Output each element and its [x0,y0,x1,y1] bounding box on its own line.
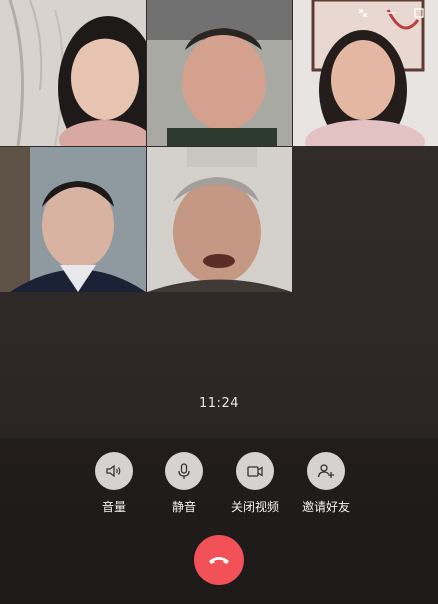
mute-button[interactable] [165,452,203,490]
volume-control: 音量 [74,452,154,515]
invite-control: 邀请好友 [286,452,366,515]
call-timer: 11:24 [199,396,239,411]
mute-label: 静音 [171,500,196,514]
participant-tile-4[interactable] [0,147,146,292]
video-control: 关闭视频 [215,452,295,515]
maximize-button[interactable] [408,2,430,24]
microphone-icon [178,463,190,479]
participant-video-4 [0,147,146,292]
hangup-button[interactable] [194,535,244,585]
volume-label: 音量 [101,500,126,514]
phone-hangup-icon [209,557,229,564]
close-video-button[interactable] [236,452,274,490]
add-user-icon [317,464,334,478]
participant-tile-2[interactable] [147,0,292,146]
minimize-button[interactable] [380,2,402,24]
window-controls [352,0,438,26]
video-camera-icon [247,466,263,477]
collapse-icon [358,8,368,18]
invite-friends-button[interactable] [307,452,345,490]
mute-control: 静音 [144,452,224,515]
participant-video-1 [0,0,146,146]
collapse-button[interactable] [352,2,374,24]
minimize-icon [387,12,395,14]
close-video-label: 关闭视频 [230,500,279,514]
participant-tile-5[interactable] [147,147,292,292]
maximize-icon [414,8,424,18]
participant-video-5 [147,147,292,292]
speaker-icon [106,464,121,478]
participant-video-2 [147,0,292,146]
volume-button[interactable] [95,452,133,490]
video-grid [0,0,438,292]
participant-tile-1[interactable] [0,0,146,146]
invite-friends-label: 邀请好友 [301,500,350,514]
